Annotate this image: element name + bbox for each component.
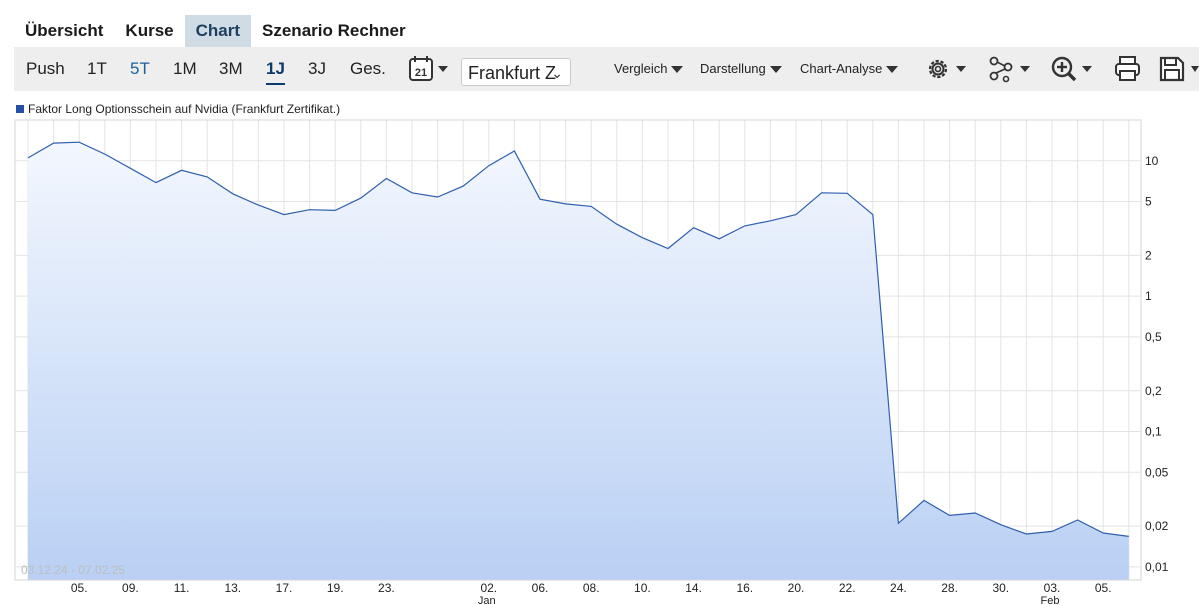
- x-axis: 05. 09. 11. 13. 17. 19. 23. 02.Jan 06. 08. 10. 14. 1…: [71, 581, 1112, 605]
- x-tick-label: 09.: [122, 581, 139, 595]
- x-tick-label: 11.: [174, 581, 190, 595]
- x-tick-label: 05.: [71, 581, 88, 595]
- x-tick-label: 30.: [992, 581, 1009, 595]
- x-month-label: Feb: [1041, 595, 1060, 605]
- x-tick-label: 05.: [1095, 581, 1112, 595]
- x-tick-label: 20.: [788, 581, 805, 595]
- y-axis: 10 5 2 1 0,5 0,2 0,1 0,05 0,02 0,01: [1145, 154, 1169, 574]
- x-tick-label: 13.: [224, 581, 241, 595]
- x-tick-label: 28.: [941, 581, 958, 595]
- x-tick-label: 02.: [480, 581, 497, 595]
- y-tick-label: 0,01: [1145, 560, 1169, 574]
- x-tick-label: 17.: [276, 581, 293, 595]
- x-tick-label: 03.: [1044, 581, 1061, 595]
- date-range-label: 03.12.24 - 07.02.25: [21, 563, 126, 577]
- x-tick-label: 19.: [327, 581, 344, 595]
- y-tick-label: 0,05: [1145, 465, 1169, 479]
- y-tick-label: 2: [1145, 248, 1152, 262]
- x-tick-label: 23.: [378, 581, 395, 595]
- x-tick-label: 22.: [839, 581, 856, 595]
- y-tick-label: 0,5: [1145, 330, 1162, 344]
- y-tick-label: 0,02: [1145, 519, 1169, 533]
- x-tick-label: 16.: [736, 581, 753, 595]
- x-month-label: Jan: [478, 595, 496, 605]
- x-tick-label: 06.: [532, 581, 549, 595]
- y-tick-label: 0,2: [1145, 384, 1162, 398]
- y-tick-label: 10: [1145, 154, 1159, 168]
- y-tick-label: 1: [1145, 289, 1152, 303]
- x-tick-label: 14.: [685, 581, 702, 595]
- x-tick-label: 08.: [583, 581, 600, 595]
- price-chart: 10 5 2 1 0,5 0,2 0,1 0,05 0,02 0,01 05. 09. 11. 13. 1…: [14, 119, 1169, 605]
- x-tick-label: 10.: [634, 581, 651, 595]
- y-tick-label: 5: [1145, 195, 1152, 209]
- x-tick-label: 24.: [890, 581, 907, 595]
- y-tick-label: 0,1: [1145, 425, 1162, 439]
